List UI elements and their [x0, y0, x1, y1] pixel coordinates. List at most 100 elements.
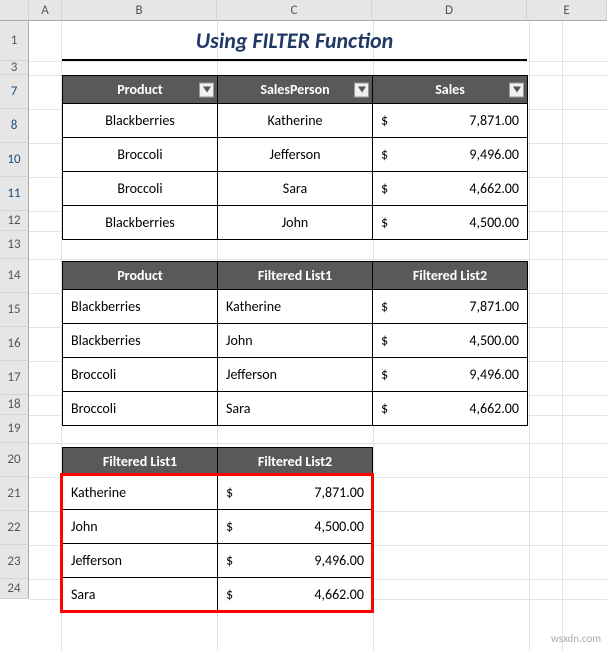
person-cell[interactable]: Jefferson: [218, 138, 373, 172]
sales-cell[interactable]: $9,496.00: [218, 544, 373, 578]
row-header-14[interactable]: 14: [0, 259, 29, 293]
person-cell[interactable]: Sara: [218, 392, 373, 426]
sales-cell[interactable]: $4,500.00: [373, 206, 528, 240]
row-header-20[interactable]: 20: [0, 443, 29, 477]
select-all-corner[interactable]: [0, 0, 29, 21]
table-row: BroccoliJefferson$9,496.00: [63, 358, 528, 392]
row-header-7[interactable]: 7: [0, 75, 29, 109]
person-cell[interactable]: Jefferson: [218, 358, 373, 392]
sales-amount: 4,500.00: [469, 332, 519, 349]
row-header-10[interactable]: 10: [0, 143, 29, 177]
product-cell[interactable]: Broccoli: [63, 138, 218, 172]
sales-cell[interactable]: $4,662.00: [373, 392, 528, 426]
col-header-d[interactable]: D: [372, 0, 527, 21]
currency-symbol: $: [381, 400, 388, 417]
product-cell[interactable]: Blackberries: [63, 206, 218, 240]
t2-header-list2-label: Filtered List2: [413, 267, 487, 284]
row-header-24[interactable]: 24: [0, 579, 29, 599]
filter-button[interactable]: [354, 82, 369, 97]
sales-amount: 4,662.00: [314, 586, 364, 603]
data-table-3: Filtered List1 Filtered List2 Katherine$…: [62, 447, 373, 612]
row-header-18[interactable]: 18: [0, 395, 29, 415]
table-row: Jefferson$9,496.00: [63, 544, 373, 578]
person-cell[interactable]: Sara: [218, 172, 373, 206]
table-row: BroccoliJefferson$9,496.00: [63, 138, 528, 172]
currency-symbol: $: [381, 214, 388, 231]
table-row: BlackberriesKatherine$7,871.00: [63, 290, 528, 324]
t2-header-product: Product: [63, 262, 218, 290]
table-row: BlackberriesJohn$4,500.00: [63, 206, 528, 240]
data-table-2: Product Filtered List1 Filtered List2 Bl…: [62, 261, 528, 426]
filter-button[interactable]: [509, 82, 524, 97]
table-row: Sara$4,662.00: [63, 578, 373, 612]
row-header-16[interactable]: 16: [0, 327, 29, 361]
cell-canvas[interactable]: Using FILTER Function Product SalesPerso…: [29, 21, 607, 651]
row-header-1[interactable]: 1: [0, 21, 29, 61]
sales-cell[interactable]: $9,496.00: [373, 358, 528, 392]
table-row: BroccoliSara$4,662.00: [63, 172, 528, 206]
row-header-23[interactable]: 23: [0, 545, 29, 579]
sales-cell[interactable]: $9,496.00: [373, 138, 528, 172]
person-cell[interactable]: Katherine: [63, 476, 218, 510]
t1-header-sales: Sales: [373, 76, 528, 104]
col-header-b[interactable]: B: [62, 0, 217, 21]
sales-amount: 4,662.00: [469, 400, 519, 417]
row-header-21[interactable]: 21: [0, 477, 29, 511]
product-cell[interactable]: Broccoli: [63, 172, 218, 206]
product-cell[interactable]: Blackberries: [63, 290, 218, 324]
product-cell[interactable]: Blackberries: [63, 324, 218, 358]
col-header-a[interactable]: A: [29, 0, 62, 21]
sales-cell[interactable]: $4,500.00: [373, 324, 528, 358]
row-header-11[interactable]: 11: [0, 177, 29, 211]
sales-amount: 4,662.00: [469, 180, 519, 197]
row-header-19[interactable]: 19: [0, 415, 29, 443]
t2-header-list1-label: Filtered List1: [258, 267, 332, 284]
row-header-17[interactable]: 17: [0, 361, 29, 395]
product-cell[interactable]: Blackberries: [63, 104, 218, 138]
sales-amount: 7,871.00: [469, 112, 519, 129]
currency-symbol: $: [381, 146, 388, 163]
sales-cell[interactable]: $4,500.00: [218, 510, 373, 544]
sales-cell[interactable]: $4,662.00: [218, 578, 373, 612]
person-cell[interactable]: John: [218, 206, 373, 240]
col-header-e[interactable]: E: [527, 0, 607, 21]
t1-header-sales-label: Sales: [435, 81, 465, 98]
person-cell[interactable]: John: [63, 510, 218, 544]
t2-header-list2: Filtered List2: [373, 262, 528, 290]
col-header-c[interactable]: C: [217, 0, 372, 21]
sales-cell[interactable]: $7,871.00: [218, 476, 373, 510]
sales-amount: 9,496.00: [469, 366, 519, 383]
t3-header-list2: Filtered List2: [218, 448, 373, 476]
sales-cell[interactable]: $7,871.00: [373, 290, 528, 324]
person-cell[interactable]: Katherine: [218, 290, 373, 324]
sales-amount: 7,871.00: [469, 298, 519, 315]
product-cell[interactable]: Broccoli: [63, 358, 218, 392]
product-cell[interactable]: Broccoli: [63, 392, 218, 426]
sales-cell[interactable]: $7,871.00: [373, 104, 528, 138]
t1-header-product: Product: [63, 76, 218, 104]
person-cell[interactable]: Jefferson: [63, 544, 218, 578]
row-header-15[interactable]: 15: [0, 293, 29, 327]
row-header-13[interactable]: 13: [0, 231, 29, 259]
t3-header-list1-label: Filtered List1: [103, 453, 177, 470]
t1-header-salesperson-label: SalesPerson: [260, 81, 329, 98]
person-cell[interactable]: Sara: [63, 578, 218, 612]
row-header-8[interactable]: 8: [0, 109, 29, 143]
currency-symbol: $: [226, 484, 233, 501]
row-header-22[interactable]: 22: [0, 511, 29, 545]
person-cell[interactable]: Katherine: [218, 104, 373, 138]
sales-amount: 9,496.00: [469, 146, 519, 163]
person-cell[interactable]: John: [218, 324, 373, 358]
chevron-down-icon: [358, 87, 366, 93]
table-row: BlackberriesJohn$4,500.00: [63, 324, 528, 358]
filter-button[interactable]: [199, 82, 214, 97]
sales-cell[interactable]: $4,662.00: [373, 172, 528, 206]
currency-symbol: $: [226, 586, 233, 603]
row-header-3[interactable]: 3: [0, 61, 29, 75]
t1-header-product-label: Product: [117, 81, 163, 98]
row-header-12[interactable]: 12: [0, 211, 29, 231]
currency-symbol: $: [381, 298, 388, 315]
table-row: BroccoliSara$4,662.00: [63, 392, 528, 426]
chevron-down-icon: [513, 87, 521, 93]
sales-amount: 7,871.00: [314, 484, 364, 501]
